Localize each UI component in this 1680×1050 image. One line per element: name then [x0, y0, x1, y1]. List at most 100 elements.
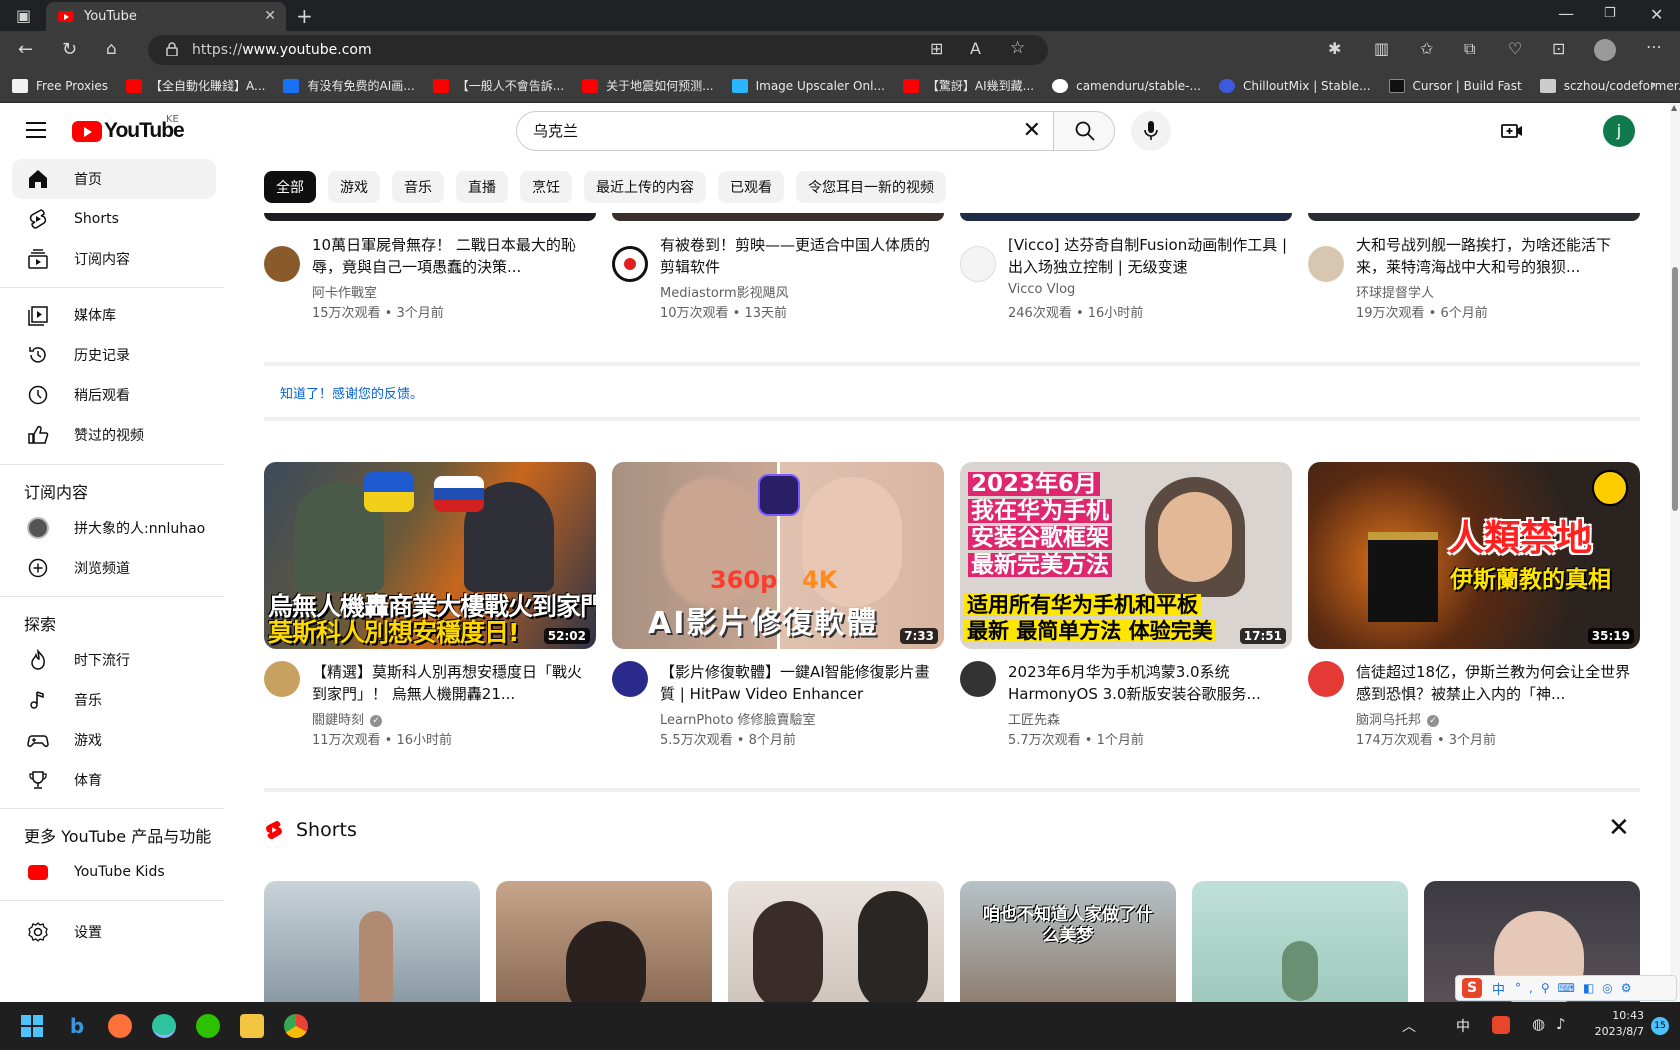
- maximize-icon[interactable]: ❐: [1604, 7, 1616, 20]
- more-menu-icon[interactable]: ⋯: [1646, 39, 1662, 55]
- bookmark-item[interactable]: camenduru/stable-...: [1052, 78, 1201, 93]
- video-card[interactable]: [Vicco] 达芬奇自制Fusion动画制作工具 | 出入场独立控制 | 无级…: [960, 234, 1292, 326]
- channel-avatar[interactable]: [1308, 246, 1344, 282]
- video-channel[interactable]: 环球提督学人: [1356, 282, 1434, 301]
- sogou-input-icon[interactable]: [1492, 1016, 1510, 1034]
- video-thumbnail[interactable]: 人類禁地 伊斯蘭教的真相 35:19: [1308, 462, 1640, 649]
- bing-icon[interactable]: b: [65, 1014, 89, 1038]
- read-aloud-icon[interactable]: A: [970, 41, 981, 57]
- page-scrollbar[interactable]: ▲: [1670, 103, 1680, 1002]
- chip-live[interactable]: 直播: [456, 171, 508, 203]
- sidebar-item-liked-videos[interactable]: 赞过的视频: [12, 415, 216, 455]
- sidebar-item-settings[interactable]: 设置: [12, 912, 216, 952]
- short-card[interactable]: [1192, 881, 1408, 1002]
- bookmark-item[interactable]: ChilloutMix | Stable...: [1218, 78, 1371, 93]
- sidebar-item-channel[interactable]: 拼大象的人:nnluhao: [12, 508, 216, 548]
- chip-all[interactable]: 全部: [264, 171, 316, 203]
- video-channel[interactable]: LearnPhoto 修修臉賣驗室: [660, 709, 816, 728]
- sidebar-item-youtube-kids[interactable]: YouTube Kids: [12, 852, 216, 892]
- profile-avatar-icon[interactable]: [1594, 39, 1616, 61]
- extensions-puzzle-icon[interactable]: ✱: [1328, 41, 1341, 57]
- video-card[interactable]: 10萬日軍屍骨無存！ 二戰日本最大的恥辱，竟與自己一項愚蠢的決策... 阿卡作戰…: [264, 234, 596, 326]
- chip-new-to-you[interactable]: 令您耳目一新的视频: [796, 171, 946, 203]
- video-thumbnail[interactable]: 2023年6月 我在华为手机 安装谷歌框架 最新完美方法 适用所有华为手机和平板…: [960, 462, 1292, 649]
- short-card[interactable]: [264, 881, 480, 1002]
- app-available-icon[interactable]: ⊞: [930, 41, 943, 57]
- split-screen-icon[interactable]: ▥: [1374, 41, 1389, 57]
- bookmark-item[interactable]: sczhou/codeformer...: [1539, 78, 1680, 93]
- channel-avatar[interactable]: [1308, 661, 1344, 697]
- chip-watched[interactable]: 已观看: [718, 171, 784, 203]
- search-input[interactable]: [533, 121, 973, 139]
- channel-avatar[interactable]: [960, 246, 996, 282]
- bookmark-item[interactable]: 【全自動化賺錢】A...: [126, 77, 265, 94]
- windows-start-icon[interactable]: [21, 1015, 43, 1037]
- new-tab-icon[interactable]: +: [296, 6, 313, 26]
- video-title[interactable]: 有被卷到！剪映——更适合中国人体质的剪辑软件: [660, 234, 940, 278]
- search-button[interactable]: [1053, 111, 1115, 151]
- tray-overflow-icon[interactable]: ︿: [1402, 1016, 1416, 1036]
- video-card[interactable]: 有被卷到！剪映——更适合中国人体质的剪辑软件 Mediastorm影视飓风 10…: [612, 234, 944, 326]
- scroll-up-arrow-icon[interactable]: ▲: [1671, 103, 1677, 112]
- bookmark-item[interactable]: 【一般人不會告訴...: [432, 77, 564, 94]
- video-channel[interactable]: 關鍵時刻: [312, 713, 364, 728]
- channel-avatar[interactable]: [264, 246, 300, 282]
- chip-recently-uploaded[interactable]: 最近上传的内容: [584, 171, 706, 203]
- notification-count-badge[interactable]: 15: [1651, 1017, 1669, 1035]
- sidebar-item-shorts[interactable]: Shorts: [12, 199, 216, 239]
- screenshot-icon[interactable]: ⊡: [1552, 41, 1565, 57]
- ime-indicator[interactable]: 中: [1456, 1016, 1470, 1036]
- channel-avatar[interactable]: [612, 661, 648, 697]
- minimize-icon[interactable]: —: [1558, 6, 1574, 22]
- video-channel[interactable]: 脑洞乌托邦: [1356, 713, 1421, 728]
- sidebar-item-library[interactable]: 媒体库: [12, 295, 216, 335]
- firefox-icon[interactable]: [108, 1014, 132, 1038]
- short-card[interactable]: 咱也不知道人家做了什么美梦: [960, 881, 1176, 1002]
- chip-music[interactable]: 音乐: [392, 171, 444, 203]
- video-thumbnail[interactable]: 360p 4K AI影片修復軟體 7:33: [612, 462, 944, 649]
- video-channel[interactable]: 阿卡作戰室: [312, 282, 377, 301]
- hamburger-menu-icon[interactable]: [26, 122, 46, 140]
- wechat-icon[interactable]: [196, 1014, 220, 1038]
- video-title[interactable]: 2023年6月华为手机鸿蒙3.0系统HarmonyOS 3.0新版安装谷歌服务.…: [1008, 661, 1288, 705]
- short-card[interactable]: [728, 881, 944, 1002]
- sidebar-item-browse-channels[interactable]: 浏览频道: [12, 548, 216, 588]
- sidebar-item-music[interactable]: 音乐: [12, 680, 216, 720]
- short-card[interactable]: [496, 881, 712, 1002]
- bookmark-item[interactable]: 关于地震如何预测...: [582, 77, 714, 94]
- video-card[interactable]: 360p 4K AI影片修復軟體 7:33 【影片修復軟體】一鍵AI智能修復影片…: [612, 462, 944, 748]
- video-title[interactable]: 10萬日軍屍骨無存！ 二戰日本最大的恥辱，竟與自己一項愚蠢的決策...: [312, 234, 592, 278]
- video-card[interactable]: 大和号战列舰一路挨打，为啥还能活下来，莱特湾海战中大和号的狼狈... 环球提督学…: [1308, 234, 1640, 326]
- speaker-icon[interactable]: ♪: [1556, 1015, 1566, 1033]
- chip-cooking[interactable]: 烹饪: [520, 171, 572, 203]
- tab-youtube[interactable]: YouTube ✕: [46, 2, 286, 31]
- video-channel[interactable]: Mediastorm影视飓风: [660, 282, 789, 301]
- video-thumbnail[interactable]: 烏無人機轟商業大樓戰火到家門 莫斯科人別想安穩度日! 52:02: [264, 462, 596, 649]
- sidebar-item-watch-later[interactable]: 稍后观看: [12, 375, 216, 415]
- home-icon[interactable]: ⌂: [106, 41, 117, 58]
- favorite-star-icon[interactable]: ☆: [1010, 40, 1025, 57]
- chrome-icon[interactable]: [284, 1014, 308, 1038]
- account-avatar[interactable]: j: [1603, 115, 1635, 147]
- video-title[interactable]: 大和号战列舰一路挨打，为啥还能活下来，莱特湾海战中大和号的狼狈...: [1356, 234, 1636, 278]
- video-title[interactable]: 【影片修復軟體】一鍵AI智能修復影片畫質 | HitPaw Video Enha…: [660, 661, 940, 705]
- bookmark-item[interactable]: 有没有免费的AI画...: [283, 77, 415, 94]
- sidebar-item-home[interactable]: 首页: [12, 159, 216, 199]
- sidebar-item-history[interactable]: 历史记录: [12, 335, 216, 375]
- bookmark-item[interactable]: Image Upscaler Onl...: [731, 78, 885, 93]
- video-title[interactable]: 信徒超过18亿，伊斯兰教为何会让全世界感到恐惧？被禁止入内的「神...: [1356, 661, 1636, 705]
- sidebar-item-sports[interactable]: 体育: [12, 760, 216, 800]
- url-bar[interactable]: https://www.youtube.com: [148, 35, 1048, 65]
- video-card[interactable]: 2023年6月 我在华为手机 安装谷歌框架 最新完美方法 适用所有华为手机和平板…: [960, 462, 1292, 748]
- channel-avatar[interactable]: [960, 661, 996, 697]
- sidebar-item-subscriptions[interactable]: 订阅内容: [12, 239, 216, 279]
- tab-actions-icon[interactable]: ▣: [16, 8, 31, 24]
- edge-browser-icon[interactable]: [152, 1014, 176, 1038]
- create-video-icon[interactable]: [1500, 119, 1524, 143]
- video-card[interactable]: 人類禁地 伊斯蘭教的真相 35:19 信徒超过18亿，伊斯兰教为何会让全世界感到…: [1308, 462, 1640, 748]
- dismiss-shorts-icon[interactable]: ✕: [1608, 815, 1630, 841]
- scrollbar-thumb[interactable]: [1672, 267, 1678, 511]
- collections-icon[interactable]: ⧉: [1464, 41, 1475, 57]
- bookmark-item[interactable]: Cursor | Build Fast: [1388, 78, 1522, 93]
- youtube-logo[interactable]: YouTube KE: [72, 114, 185, 143]
